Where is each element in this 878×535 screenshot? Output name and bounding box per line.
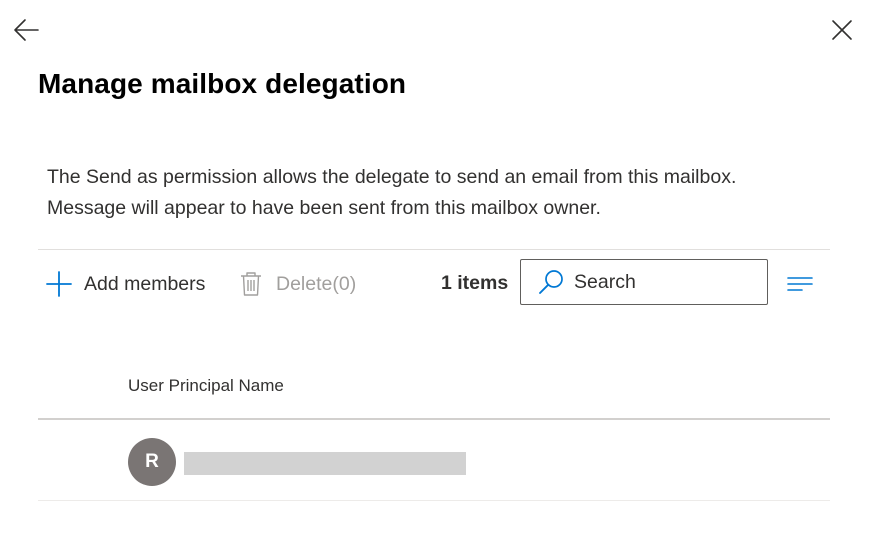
delegation-panel: Manage mailbox delegation The Send as pe… <box>0 0 878 535</box>
avatar: R <box>128 438 176 486</box>
close-button[interactable] <box>826 14 858 46</box>
search-box[interactable] <box>520 259 768 305</box>
search-input[interactable] <box>574 270 754 294</box>
description-line-2: Message will appear to have been sent fr… <box>47 197 601 219</box>
table-row[interactable]: R <box>38 420 830 500</box>
page-title: Manage mailbox delegation <box>38 68 407 99</box>
search-icon <box>538 269 564 295</box>
trash-icon <box>240 271 262 297</box>
add-members-button[interactable]: Add members <box>46 266 205 302</box>
toolbar-divider <box>38 249 830 250</box>
items-count: 1 items <box>441 272 509 294</box>
plus-icon <box>46 271 72 297</box>
column-header-upn[interactable]: User Principal Name <box>128 376 284 396</box>
description-line-1: The Send as permission allows the delega… <box>47 166 737 188</box>
redacted-upn <box>184 452 466 475</box>
permission-description: The Send as permission allows the delega… <box>47 162 827 224</box>
arrow-left-icon <box>14 19 39 41</box>
add-members-label: Add members <box>84 272 206 295</box>
row-divider <box>38 500 830 501</box>
delete-button[interactable]: Delete(0) <box>240 266 356 302</box>
close-icon <box>832 20 852 40</box>
delete-label: Delete(0) <box>276 272 357 295</box>
back-button[interactable] <box>10 14 42 46</box>
filter-lines-icon <box>787 277 813 291</box>
filter-button[interactable] <box>784 268 816 300</box>
